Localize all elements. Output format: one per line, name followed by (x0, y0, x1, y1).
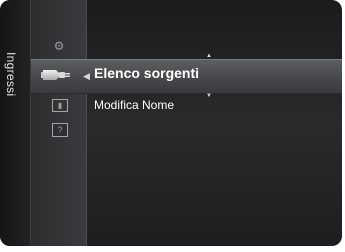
side-tab[interactable]: Ingressi (0, 0, 31, 246)
icon-column: ⚙ ▮ ? (31, 0, 87, 246)
help-icon[interactable]: ? (52, 123, 68, 137)
input-plug-icon[interactable] (41, 66, 75, 84)
arrow-up-icon: ▲ (206, 53, 212, 59)
menu-panel: Ingressi ⚙ ▮ ? ◀ ▲ Elenco sorgenti ▼ Mod… (0, 0, 342, 246)
tv-osd-menu: Ingressi ⚙ ▮ ? ◀ ▲ Elenco sorgenti ▼ Mod… (0, 0, 345, 252)
gear-icon[interactable]: ⚙ (51, 38, 67, 54)
side-tab-label: Ingressi (4, 52, 18, 97)
arrow-left-icon: ◀ (83, 71, 90, 81)
menu-item-modifica-nome[interactable]: Modifica Nome (94, 98, 174, 112)
arrow-down-icon: ▼ (206, 93, 212, 99)
tv-small-icon[interactable]: ▮ (52, 99, 68, 112)
selected-menu-item[interactable]: Elenco sorgenti (94, 65, 199, 81)
